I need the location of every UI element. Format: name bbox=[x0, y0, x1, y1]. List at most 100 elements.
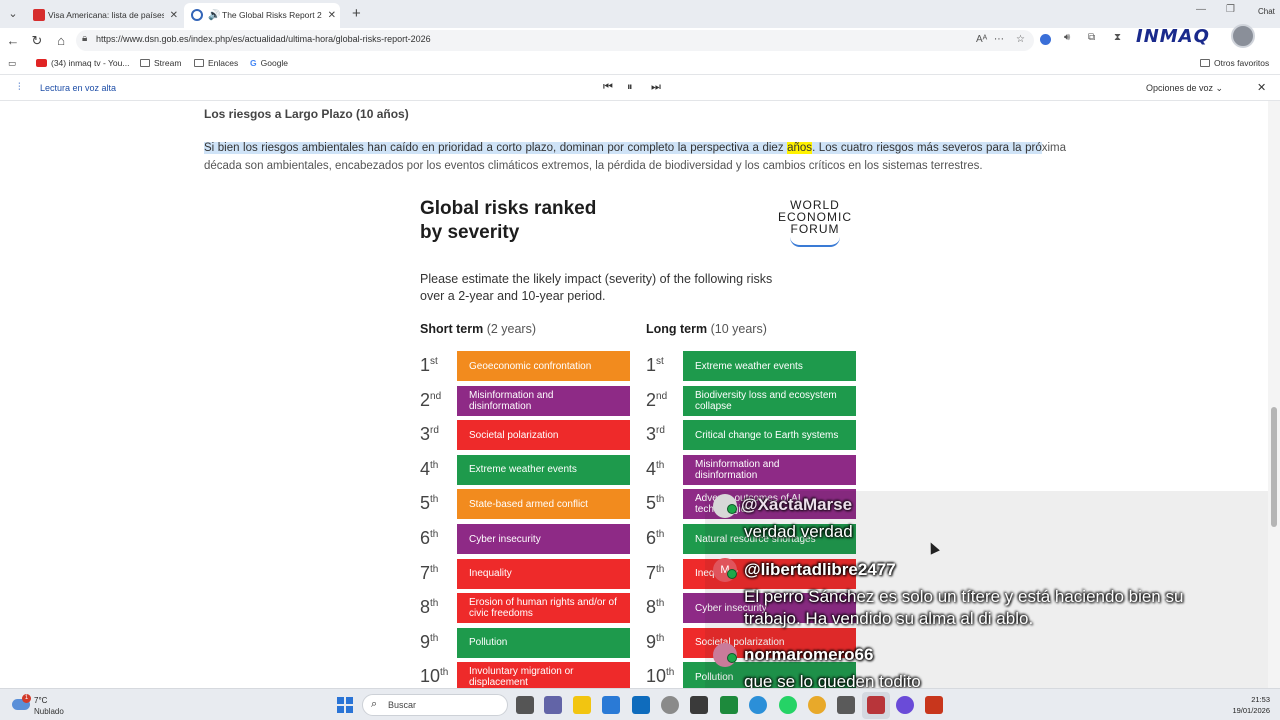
new-tab-plus-icon[interactable]: + bbox=[352, 5, 361, 22]
task-view-icon[interactable] bbox=[516, 696, 534, 714]
bookmarks-bar: ▭ (34) inmaq tv - You... Stream Enlaces … bbox=[0, 53, 1280, 75]
moderator-badge-icon bbox=[727, 653, 737, 663]
app-icon[interactable] bbox=[896, 696, 914, 714]
windows-start-icon[interactable] bbox=[337, 697, 353, 713]
search-icon: ⌕ bbox=[371, 698, 378, 710]
risk-rank: 10th bbox=[420, 666, 449, 687]
risk-rank: 4th bbox=[646, 458, 665, 479]
powerpoint-icon[interactable] bbox=[925, 696, 943, 714]
pause-icon[interactable]: ⏸︎ bbox=[627, 81, 633, 94]
store-icon[interactable] bbox=[602, 696, 620, 714]
youtube-icon bbox=[36, 59, 47, 67]
read-aloud-icon[interactable]: Aᴬ bbox=[976, 34, 987, 45]
extension-icon[interactable] bbox=[1040, 34, 1051, 45]
risk-bar: Erosion of human rights and/or of civic … bbox=[457, 593, 630, 624]
bookmark-google[interactable]: G Google bbox=[250, 58, 288, 68]
voice-options-button[interactable]: Opciones de voz ⌄ bbox=[1146, 83, 1223, 94]
system-clock[interactable]: 21:53 19/01/2026 bbox=[1222, 694, 1270, 716]
whatsapp-icon[interactable] bbox=[779, 696, 797, 714]
risk-bar: Critical change to Earth systems bbox=[683, 420, 856, 451]
site-favicon-icon bbox=[191, 9, 203, 21]
scrollbar-thumb[interactable] bbox=[1271, 407, 1277, 527]
restore-icon[interactable]: ❐ bbox=[1226, 4, 1235, 15]
long-term-header: Long term (10 years) bbox=[646, 322, 767, 336]
taskbar: 1 7°C Nublado ⌕ Buscar 21:53 19/01/2026 bbox=[0, 688, 1280, 720]
risk-rank: 1st bbox=[420, 355, 438, 375]
weather-widget[interactable]: 1 7°C Nublado bbox=[10, 693, 80, 719]
home-icon[interactable]: ⌂ bbox=[52, 32, 70, 50]
risk-rank: 4th bbox=[420, 458, 439, 479]
tab-global-risks[interactable]: 🔊 The Global Risks Report 2026 ✕ bbox=[184, 3, 340, 28]
risk-bar: Geoeconomic confrontation bbox=[457, 351, 630, 381]
volume-icon[interactable]: 🔊︎ bbox=[1064, 32, 1070, 43]
file-explorer-icon[interactable] bbox=[573, 696, 591, 714]
bookmark-youtube[interactable]: (34) inmaq tv - You... bbox=[36, 58, 129, 68]
infographic-subtitle: Please estimate the likely impact (sever… bbox=[420, 272, 773, 303]
url-text[interactable]: https://www.dsn.gob.es/index.php/es/actu… bbox=[96, 34, 431, 44]
folder-icon bbox=[140, 59, 150, 67]
chat-username: @libertadlibre2477 bbox=[744, 560, 896, 579]
address-bar[interactable]: 🔒︎ https://www.dsn.gob.es/index.php/es/a… bbox=[76, 30, 1034, 51]
risk-bar: Inequality bbox=[457, 558, 630, 589]
bookmark-enlaces[interactable]: Enlaces bbox=[194, 58, 238, 68]
profile-avatar[interactable] bbox=[1231, 24, 1255, 48]
bookmark-stream[interactable]: Stream bbox=[140, 58, 181, 68]
favorite-star-icon[interactable]: ☆ bbox=[1016, 34, 1025, 45]
lock-icon[interactable]: 🔒︎ bbox=[82, 33, 87, 44]
edge-icon[interactable] bbox=[749, 696, 767, 714]
app-icon[interactable] bbox=[837, 696, 855, 714]
taskbar-search[interactable]: ⌕ Buscar bbox=[362, 694, 508, 716]
risk-rank: 6th bbox=[420, 528, 439, 548]
tab-close-icon[interactable]: ✕ bbox=[170, 3, 178, 28]
other-favorites[interactable]: Otros favoritos bbox=[1200, 58, 1269, 68]
extensions-puzzle-icon[interactable]: ⧉ bbox=[1088, 32, 1095, 43]
risk-rank: 1st bbox=[646, 355, 664, 375]
tab-visa[interactable]: Visa Americana: lista de países afe ✕ bbox=[26, 3, 182, 28]
risk-bar: Biodiversity loss and ecosystem collapse bbox=[683, 385, 856, 416]
video-editor-icon[interactable] bbox=[867, 696, 885, 714]
article-paragraph: Si bien los riesgos ambientales han caíd… bbox=[204, 142, 1066, 172]
risk-rank: 3rd bbox=[646, 424, 665, 445]
collections-icon[interactable]: ⧗ bbox=[1114, 32, 1121, 43]
risk-bar: Extreme weather events bbox=[457, 454, 630, 485]
infographic-title: Global risks ranked by severity bbox=[420, 198, 597, 243]
section-heading: Los riesgos a Largo Plazo (10 años) bbox=[204, 107, 409, 121]
copilot-chat-label[interactable]: Chat bbox=[1258, 7, 1275, 16]
risk-rank: 3rd bbox=[420, 424, 439, 445]
tab-title: The Global Risks Report 2026 bbox=[222, 10, 322, 20]
read-aloud-icon: ⫶ bbox=[18, 82, 21, 93]
wef-logo: WORLD ECONOMIC FORUM bbox=[770, 199, 860, 247]
chat-username: normaromero66 bbox=[744, 645, 874, 664]
back-arrow-icon[interactable]: ← bbox=[4, 32, 22, 50]
refresh-icon[interactable]: ↻ bbox=[28, 32, 46, 50]
previous-paragraph-icon[interactable]: ⏮︎ bbox=[603, 81, 613, 94]
risk-bar: Extreme weather events bbox=[683, 351, 856, 381]
vertical-scrollbar[interactable] bbox=[1268, 101, 1280, 688]
risk-bar: Misinformation and disinformation bbox=[457, 385, 630, 416]
close-read-aloud-icon[interactable]: ✕ bbox=[1257, 81, 1266, 94]
short-term-header: Short term (2 years) bbox=[420, 322, 537, 336]
tab-actions-chevron-icon[interactable]: ⌄ bbox=[4, 5, 22, 23]
more-options-icon[interactable]: ⋯ bbox=[994, 34, 1004, 45]
teams-icon[interactable] bbox=[544, 696, 562, 714]
minimize-icon[interactable]: — bbox=[1196, 4, 1206, 15]
settings-gear-icon[interactable] bbox=[661, 696, 679, 714]
wef-arc-icon bbox=[790, 237, 840, 247]
bookmark-menu-icon[interactable]: ▭ bbox=[8, 58, 16, 69]
tab-strip: ⌄ Visa Americana: lista de países afe ✕ … bbox=[0, 0, 1280, 28]
excel-icon[interactable] bbox=[720, 696, 738, 714]
chrome-icon[interactable] bbox=[808, 696, 826, 714]
risk-rank: 7th bbox=[420, 562, 439, 583]
app-icon[interactable] bbox=[690, 696, 708, 714]
next-paragraph-icon[interactable]: ⏭︎ bbox=[651, 81, 661, 94]
outlook-icon[interactable] bbox=[632, 696, 650, 714]
speaker-icon[interactable]: 🔊 bbox=[208, 3, 220, 28]
temperature: 7°C bbox=[34, 696, 48, 705]
folder-icon bbox=[1200, 59, 1210, 67]
read-aloud-label: Lectura en voz alta bbox=[40, 83, 117, 93]
moderator-badge-icon bbox=[727, 504, 737, 514]
risk-bar: Societal polarization bbox=[457, 420, 630, 451]
chat-message: verdad verdad bbox=[744, 522, 853, 541]
tab-close-icon[interactable]: ✕ bbox=[328, 3, 336, 28]
chat-message: trabajo. Ha vendido su alma al di ablo. bbox=[744, 609, 1034, 628]
